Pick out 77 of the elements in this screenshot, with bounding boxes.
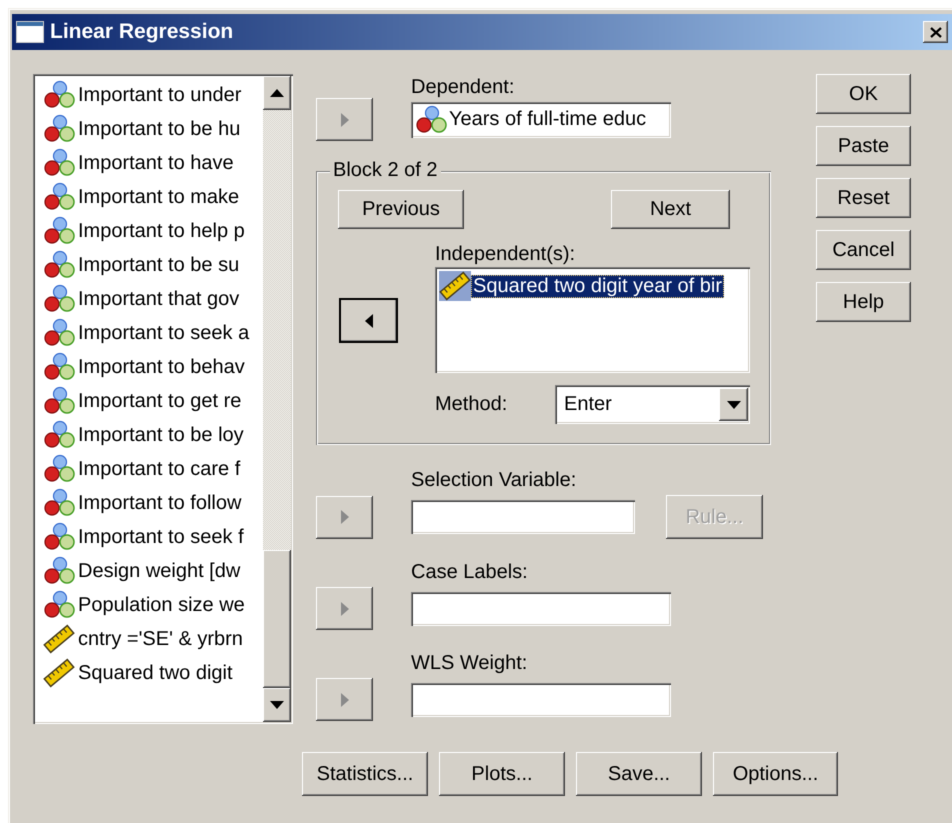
nominal-variable-icon bbox=[43, 420, 75, 450]
field-label: Dependent: bbox=[411, 76, 516, 98]
right-triangle-icon bbox=[338, 600, 350, 616]
nominal-variable-icon bbox=[43, 352, 75, 382]
variable-list-item[interactable]: Important to follow bbox=[35, 486, 263, 520]
close-icon bbox=[930, 26, 942, 38]
next-button[interactable]: Next bbox=[611, 190, 730, 229]
nominal-variable-icon bbox=[43, 250, 75, 280]
left-triangle-icon bbox=[362, 312, 374, 328]
dialog-button[interactable]: Plots... bbox=[439, 752, 565, 796]
nominal-variable-icon bbox=[415, 104, 447, 134]
nominal-variable-icon bbox=[43, 114, 75, 144]
nominal-variable-icon bbox=[43, 522, 75, 552]
variable-list-item[interactable]: Important to help p bbox=[35, 214, 263, 248]
dialog-button[interactable]: Paste bbox=[816, 126, 911, 166]
variable-list-item[interactable]: Important to under bbox=[35, 78, 263, 112]
dependent-field[interactable]: Years of full-time educ bbox=[411, 102, 671, 138]
right-triangle-icon bbox=[338, 509, 350, 525]
variable-list-item[interactable]: Important to be su bbox=[35, 248, 263, 282]
nominal-variable-icon bbox=[43, 284, 75, 314]
variable-list-item[interactable]: Important to be hu bbox=[35, 112, 263, 146]
variable-list-item[interactable]: Important to make bbox=[35, 180, 263, 214]
close-button[interactable] bbox=[923, 21, 948, 43]
nominal-variable-icon bbox=[43, 454, 75, 484]
nominal-variable-icon bbox=[43, 590, 75, 620]
scroll-up-button[interactable] bbox=[263, 76, 291, 110]
nominal-variable-icon bbox=[43, 148, 75, 178]
independent-listbox[interactable]: Squared two digit year of bir bbox=[435, 267, 750, 373]
right-triangle-icon bbox=[338, 692, 350, 708]
nominal-variable-icon bbox=[43, 386, 75, 416]
variable-list-item[interactable]: Squared two digit bbox=[35, 656, 263, 690]
ruler-icon bbox=[439, 271, 471, 301]
variable-list-item[interactable]: cntry ='SE' & yrbrn bbox=[35, 622, 263, 656]
window-icon bbox=[16, 21, 44, 43]
variable-list-item[interactable]: Important to seek f bbox=[35, 520, 263, 554]
method-dropdown[interactable]: Enter bbox=[555, 385, 750, 424]
previous-button[interactable]: Previous bbox=[338, 190, 464, 229]
variable-list-item[interactable]: Important to be loy bbox=[35, 418, 263, 452]
dialog-button[interactable]: Reset bbox=[816, 178, 911, 218]
field-label: Selection Variable: bbox=[411, 469, 578, 493]
scrollbar-thumb[interactable] bbox=[263, 550, 291, 688]
dialog-button[interactable]: Statistics... bbox=[302, 752, 428, 796]
field-label: Case Labels: bbox=[411, 561, 529, 585]
scroll-down-button[interactable] bbox=[263, 688, 291, 722]
dialog-button[interactable]: Cancel bbox=[816, 230, 911, 270]
right-triangle-icon bbox=[338, 112, 350, 128]
variable-list-item[interactable]: Important that gov bbox=[35, 282, 263, 316]
variable-list-item[interactable]: Important to get re bbox=[35, 384, 263, 418]
variable-list-item[interactable]: Population size we bbox=[35, 588, 263, 622]
field-label: Independent(s): bbox=[435, 243, 576, 267]
case-labels-field[interactable] bbox=[411, 592, 671, 626]
nominal-variable-icon bbox=[43, 488, 75, 518]
selection-variable-field[interactable] bbox=[411, 500, 635, 534]
variable-list-item[interactable]: Important to care f bbox=[35, 452, 263, 486]
variable-list-item[interactable]: Important to behav bbox=[35, 350, 263, 384]
variable-list-item[interactable]: Design weight [dw bbox=[35, 554, 263, 588]
dialog-button[interactable]: OK bbox=[816, 74, 911, 114]
nominal-variable-icon bbox=[43, 318, 75, 348]
dialog-button[interactable]: Help bbox=[816, 282, 911, 322]
variable-list-item[interactable]: Important to have bbox=[35, 146, 263, 180]
nominal-variable-icon bbox=[43, 80, 75, 110]
nominal-variable-icon bbox=[43, 556, 75, 586]
down-triangle-icon bbox=[270, 701, 284, 709]
scrollbar[interactable] bbox=[263, 76, 291, 722]
move-left-button[interactable] bbox=[340, 299, 397, 342]
dialog-button[interactable]: Options... bbox=[713, 752, 838, 796]
dropdown-arrow-icon bbox=[726, 400, 740, 408]
field-label: Method: bbox=[435, 393, 508, 416]
variable-listbox[interactable] bbox=[33, 74, 293, 724]
variable-list-item[interactable]: Important to seek a bbox=[35, 316, 263, 350]
wls-weight-field[interactable] bbox=[411, 682, 671, 716]
nominal-variable-icon bbox=[43, 182, 75, 212]
nominal-variable-icon bbox=[43, 216, 75, 246]
window-title: Linear Regression bbox=[50, 20, 234, 44]
dialog-button[interactable]: Save... bbox=[576, 752, 702, 796]
up-triangle-icon bbox=[270, 89, 284, 97]
field-label: WLS Weight: bbox=[411, 652, 528, 676]
